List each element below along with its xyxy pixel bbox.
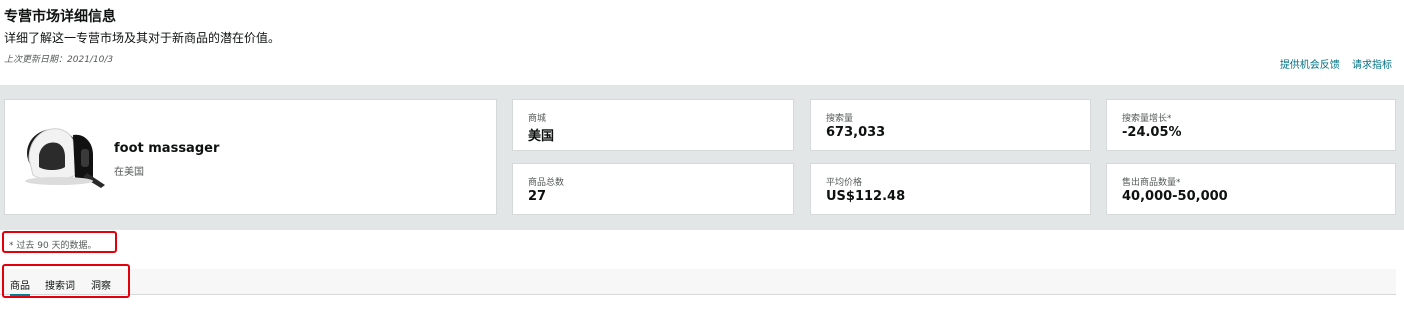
metric-label: 搜索量增长* [1122, 114, 1172, 124]
metric-card-search-growth: 搜索量增长* -24.05% [1106, 99, 1396, 151]
metric-label: 搜索量 [826, 114, 854, 124]
metric-label: 商城 [528, 114, 547, 124]
metric-value: US$112.48 [826, 189, 906, 204]
metric-value: 40,000-50,000 [1122, 189, 1228, 204]
last-updated: 上次更新日期：2021/10/3 [4, 52, 113, 65]
tabs-highlight-box: 商品 搜索词 洞察 [2, 264, 130, 298]
foot-massager-image [25, 128, 105, 188]
product-location: 在美国 [114, 167, 144, 178]
product-name: foot massager [114, 141, 220, 156]
metric-label: 售出商品数量* [1122, 178, 1181, 188]
tab-insights[interactable]: 洞察 [91, 277, 111, 292]
tab-bar [0, 269, 1396, 295]
last-updated-value: 2021/10/3 [67, 55, 114, 65]
footnote-highlight-box: * 过去 90 天的数据。 [2, 231, 117, 253]
metric-card-total-products: 商品总数 27 [512, 163, 794, 215]
page-title: 专营市场详细信息 [4, 9, 116, 25]
metric-value: 美国 [528, 129, 555, 144]
metric-card-marketplace: 商城 美国 [512, 99, 794, 151]
product-card: foot massager 在美国 [4, 99, 497, 215]
request-metrics-link[interactable]: 请求指标 [1352, 60, 1392, 71]
page-subtitle: 详细了解这一专营市场及其对于新商品的潜在价值。 [4, 31, 281, 45]
metric-value: 27 [528, 189, 547, 204]
metric-value: -24.05% [1122, 125, 1182, 140]
metric-card-search-volume: 搜索量 673,033 [810, 99, 1091, 151]
metric-card-units-sold: 售出商品数量* 40,000-50,000 [1106, 163, 1396, 215]
top-links: 提供机会反馈 请求指标 [1271, 56, 1392, 71]
metric-label: 商品总数 [528, 178, 565, 188]
data-period-footnote: * 过去 90 天的数据。 [9, 241, 97, 251]
tab-products[interactable]: 商品 [10, 277, 30, 296]
feedback-link[interactable]: 提供机会反馈 [1280, 60, 1340, 71]
last-updated-label: 上次更新日期： [4, 55, 68, 65]
metric-value: 673,033 [826, 125, 886, 140]
metric-label: 平均价格 [826, 178, 863, 188]
metric-card-average-price: 平均价格 US$112.48 [810, 163, 1091, 215]
tab-search-terms[interactable]: 搜索词 [45, 277, 75, 292]
